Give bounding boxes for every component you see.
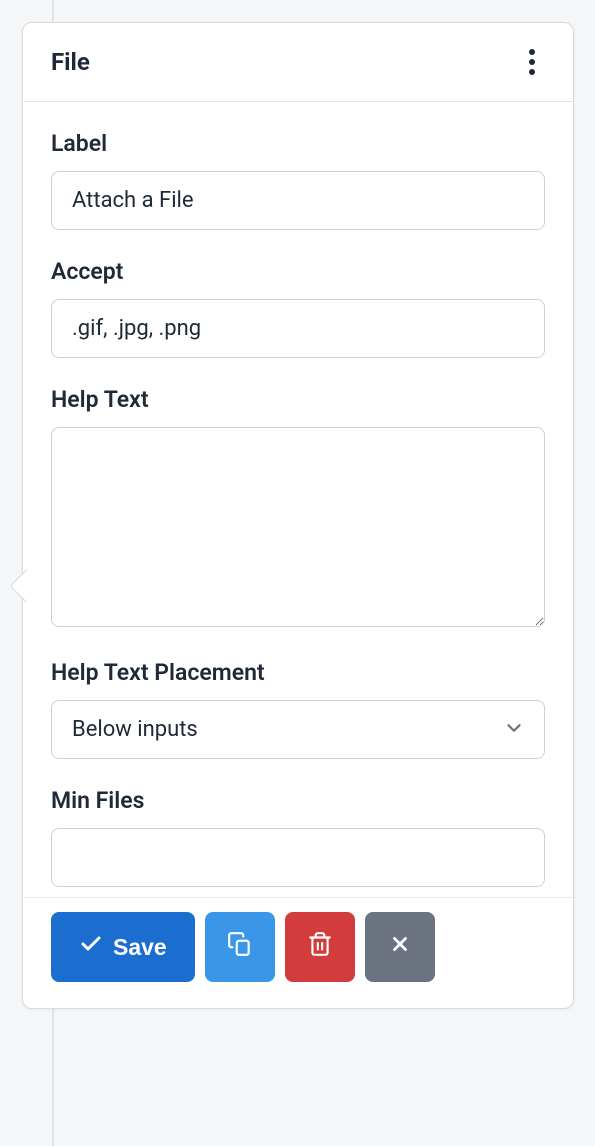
help-text-input[interactable] — [51, 427, 545, 627]
more-options-icon[interactable] — [519, 43, 545, 81]
close-icon — [389, 933, 411, 961]
accept-field-label: Accept — [51, 258, 545, 285]
panel-header: File — [23, 23, 573, 102]
accept-field-group: Accept — [51, 258, 545, 358]
save-button-label: Save — [113, 934, 167, 961]
delete-button[interactable] — [285, 912, 355, 982]
min-files-input[interactable] — [51, 828, 545, 887]
help-text-field-label: Help Text — [51, 386, 545, 413]
min-files-field-label: Min Files — [51, 787, 545, 814]
panel-title: File — [51, 48, 90, 76]
help-text-placement-field-group: Help Text Placement Below inputs — [51, 659, 545, 759]
panel-body: Label Accept Help Text Help Text Placeme… — [23, 102, 573, 887]
check-icon — [79, 932, 103, 962]
label-field-label: Label — [51, 130, 545, 157]
help-text-placement-select[interactable]: Below inputs — [51, 700, 545, 759]
help-text-field-group: Help Text — [51, 386, 545, 631]
panel-footer: Save — [23, 897, 573, 1008]
close-button[interactable] — [365, 912, 435, 982]
label-field-group: Label — [51, 130, 545, 230]
panel-arrow-notch — [9, 567, 27, 603]
trash-icon — [307, 931, 333, 963]
help-text-placement-field-label: Help Text Placement — [51, 659, 545, 686]
copy-button[interactable] — [205, 912, 275, 982]
label-input[interactable] — [51, 171, 545, 230]
min-files-field-group: Min Files — [51, 787, 545, 887]
accept-input[interactable] — [51, 299, 545, 358]
file-settings-panel: File Label Accept Help Text Help Text Pl… — [22, 22, 574, 1009]
help-text-placement-select-wrapper: Below inputs — [51, 700, 545, 759]
save-button[interactable]: Save — [51, 912, 195, 982]
copy-icon — [227, 931, 253, 963]
